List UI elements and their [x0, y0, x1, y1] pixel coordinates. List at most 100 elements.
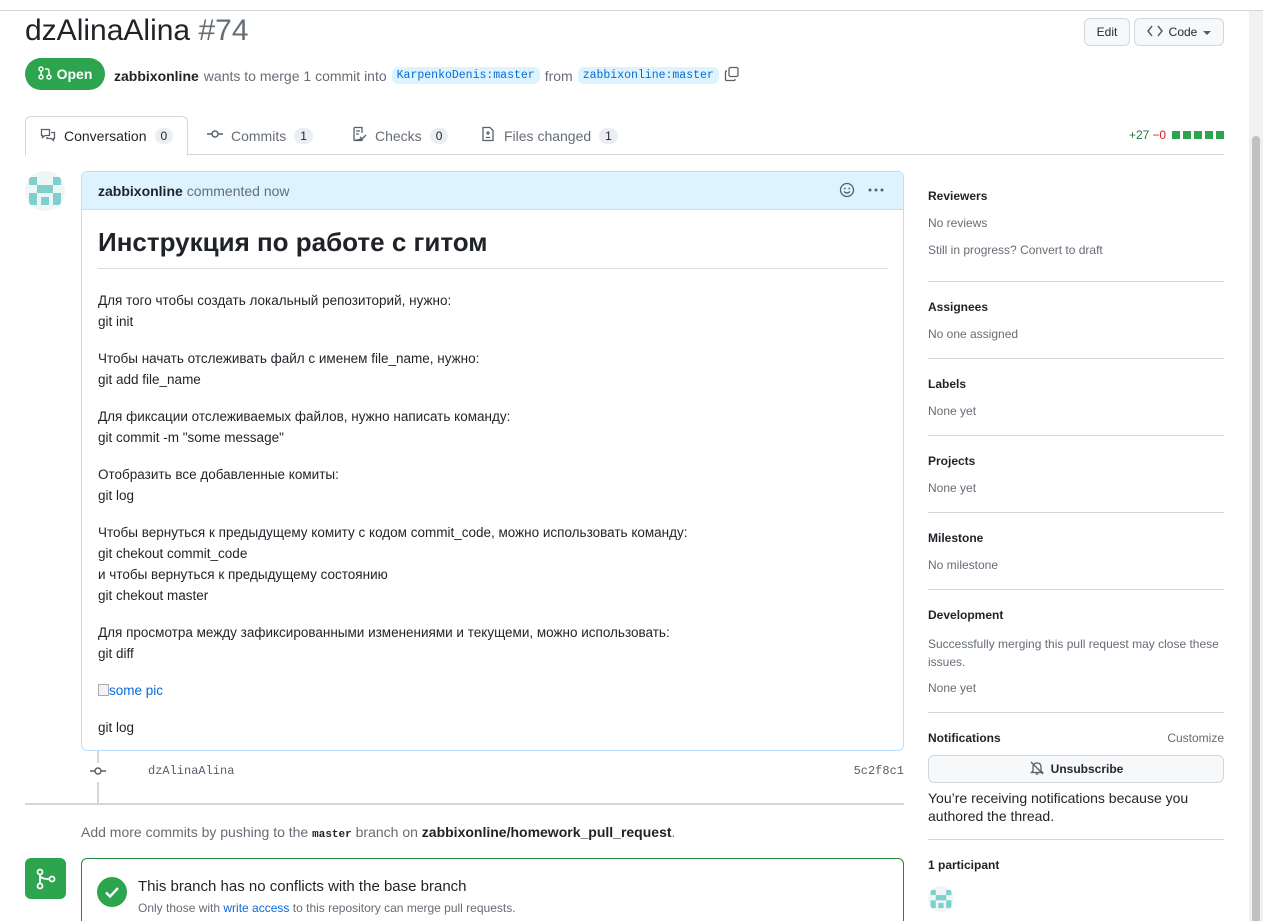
pr-title: dzAlinaAlina #74: [25, 14, 249, 48]
comment-paragraph: git log: [98, 717, 888, 738]
base-branch[interactable]: KarpenkoDenis:master: [391, 67, 540, 84]
paragraph-line: git log: [98, 488, 135, 503]
comment-author[interactable]: zabbixonline: [98, 183, 183, 199]
commit-row: dzAlinaAlina 5c2f8c1: [90, 762, 904, 782]
write-access-link[interactable]: write access: [223, 901, 289, 915]
sidebar-heading[interactable]: Projects: [928, 454, 1224, 468]
tab-conversation[interactable]: Conversation 0: [25, 116, 189, 156]
paragraph-line: git chekout commit_code: [98, 546, 248, 561]
sidebar-heading[interactable]: Milestone: [928, 531, 1224, 545]
check-circle-icon: [97, 877, 127, 910]
sidebar-heading[interactable]: Assignees: [928, 300, 1224, 314]
paragraph-line: Для фиксации отслеживаемых файлов, нужно…: [98, 409, 511, 424]
comment-paragraph: Для фиксации отслеживаемых файлов, нужно…: [98, 406, 888, 448]
diff-block: [1183, 131, 1191, 139]
sidebar-description: Successfully merging this pull request m…: [928, 637, 1219, 669]
scrollbar-thumb[interactable]: [1252, 136, 1260, 921]
add-more-prefix: Add more commits by pushing to the: [81, 824, 309, 840]
edit-button-label: Edit: [1096, 25, 1118, 39]
git-merge-icon: [25, 858, 66, 899]
tab-counter: 0: [429, 127, 449, 144]
sidebar-heading[interactable]: Labels: [928, 377, 1224, 391]
caret-down-icon: [1203, 25, 1212, 39]
merge-title: This branch has no conflicts with the ba…: [138, 878, 467, 895]
timeline-divider: [25, 803, 904, 805]
sidebar-divider: [928, 589, 1224, 590]
git-commit-icon: [207, 126, 223, 145]
paragraph-line: git log: [98, 720, 135, 735]
sidebar-notifications: Notifications Customize: [928, 731, 1224, 749]
tab-checks[interactable]: Checks 0: [337, 116, 462, 155]
paragraph-line: и чтобы вернуться к предыдущему состояни…: [98, 567, 388, 582]
commit-message[interactable]: dzAlinaAlina: [148, 764, 234, 778]
unsubscribe-label: Unsubscribe: [1050, 762, 1124, 776]
add-more-repo-link[interactable]: zabbixonline/homework_pull_request: [422, 824, 672, 840]
tab-label: Files changed: [504, 127, 592, 144]
smiley-icon[interactable]: [839, 182, 855, 201]
code-icon: [1146, 25, 1163, 40]
notification-note: You’re receiving notifications because y…: [928, 790, 1189, 824]
code-button-label: Code: [1168, 25, 1198, 39]
participant-avatar[interactable]: [928, 886, 954, 912]
customize-link[interactable]: Customize: [1167, 731, 1224, 745]
diff-additions: +27: [1128, 128, 1150, 142]
tab-label: Commits: [231, 127, 287, 144]
draft-hint: Still in progress? Convert to draft: [928, 243, 1224, 257]
kebab-horizontal-icon[interactable]: [867, 182, 885, 201]
tab-counter: 1: [599, 127, 618, 144]
commit-sha[interactable]: 5c2f8c1: [854, 764, 904, 778]
sidebar-value: No milestone: [928, 558, 999, 572]
copy-icon[interactable]: [724, 66, 740, 85]
unsubscribe-button[interactable]: Unsubscribe: [928, 755, 1224, 783]
sidebar-value: No one assigned: [928, 327, 1019, 341]
sidebar-heading[interactable]: Reviewers: [928, 189, 1224, 203]
tab-commits[interactable]: Commits 1: [193, 116, 327, 155]
convert-to-draft-link[interactable]: Convert to draft: [1020, 243, 1103, 257]
comment-paragraph: some pic: [98, 680, 888, 701]
paragraph-line: git diff: [98, 646, 134, 661]
sidebar-divider: [928, 281, 1224, 282]
page-scrollbar[interactable]: [1249, 11, 1263, 921]
comment-timestamp[interactable]: commented now: [187, 183, 290, 199]
pr-title-text: dzAlinaAlina: [25, 14, 191, 47]
sidebar-assignees: Assignees No one assigned: [928, 300, 1224, 341]
add-more-commits-text: Add more commits by pushing to the maste…: [81, 824, 675, 841]
pr-meta: zabbixonline wants to merge 1 commit int…: [114, 66, 740, 85]
draft-hint-prefix: Still in progress?: [928, 243, 1017, 257]
pr-author-link[interactable]: zabbixonline: [114, 68, 199, 84]
merge-subtitle: Only those with write access to this rep…: [138, 901, 516, 915]
add-more-branch: master: [312, 829, 352, 841]
paragraph-line: git chekout master: [98, 588, 209, 603]
git-pull-request-icon: [37, 65, 52, 83]
tab-counter: 1: [294, 127, 313, 144]
paragraph-line: Для просмотра между зафиксированными изм…: [98, 625, 670, 640]
sidebar-projects: Projects None yet: [928, 454, 1224, 495]
paragraph-line: git commit -m "some message": [98, 430, 284, 445]
head-branch[interactable]: zabbixonline:master: [577, 67, 719, 84]
sidebar-heading: 1 participant: [928, 858, 1000, 872]
sidebar-value: None yet: [928, 681, 977, 695]
avatar[interactable]: [25, 171, 65, 211]
sidebar-value: No reviews: [928, 216, 988, 230]
sidebar-reviewers: Reviewers No reviews Still in progress? …: [928, 189, 1224, 257]
sidebar-divider: [928, 512, 1224, 513]
comment-header: zabbixonline commented now: [82, 172, 903, 210]
sidebar-divider: [928, 839, 1224, 840]
comment-discussion-icon: [40, 127, 56, 146]
paragraph-line: Чтобы начать отслеживать файл с именем f…: [98, 351, 480, 366]
sidebar-heading[interactable]: Development: [928, 608, 1224, 622]
paragraph-line: git add file_name: [98, 372, 201, 387]
sidebar-labels: Labels None yet: [928, 377, 1224, 418]
comment-paragraph: Для просмотра между зафиксированными изм…: [98, 622, 888, 664]
sidebar-divider: [928, 712, 1224, 713]
comment-box: zabbixonline commented now Инструкция по…: [81, 171, 904, 751]
tab-files-changed[interactable]: Files changed 1: [466, 116, 632, 155]
diff-block: [1216, 131, 1224, 139]
broken-image-link[interactable]: some pic: [98, 683, 163, 698]
edit-button[interactable]: Edit: [1084, 18, 1130, 46]
diff-block: [1205, 131, 1213, 139]
paragraph-line: git init: [98, 314, 134, 329]
code-button[interactable]: Code: [1134, 18, 1224, 46]
merge-text: wants to merge 1 commit into: [203, 67, 387, 84]
comment-paragraph: Чтобы начать отслеживать файл с именем f…: [98, 348, 888, 390]
